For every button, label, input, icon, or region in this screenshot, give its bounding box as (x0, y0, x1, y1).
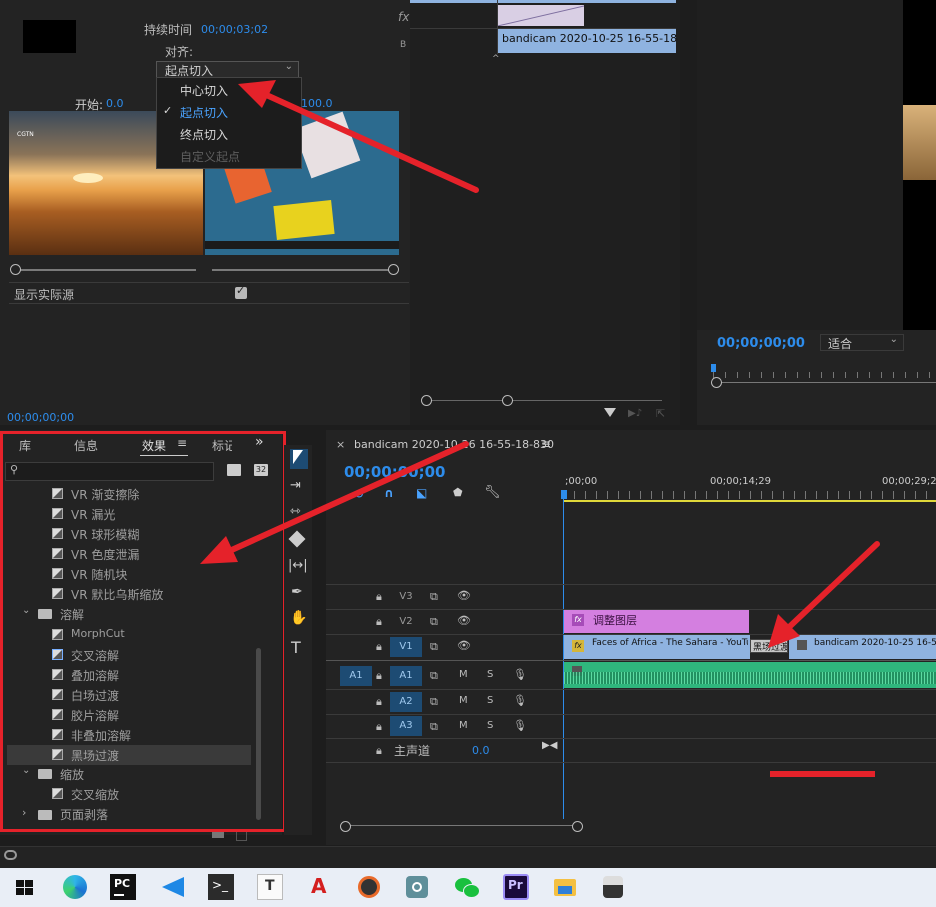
file-explorer-icon[interactable] (552, 874, 578, 900)
vscode-icon[interactable] (160, 874, 186, 900)
typora-icon[interactable]: T (257, 874, 283, 900)
arrow-to-align-menu (238, 80, 479, 193)
acrobat-icon[interactable]: A (306, 874, 332, 900)
wechat-icon[interactable] (454, 874, 480, 900)
premiere-pro-icon[interactable]: Pr (503, 874, 529, 900)
user-avatar-icon[interactable] (600, 874, 626, 900)
edge-browser-icon[interactable] (62, 874, 88, 900)
annotation-arrows (200, 80, 880, 648)
pycharm-icon[interactable]: PC (110, 874, 136, 900)
windows-start-icon[interactable] (12, 874, 38, 900)
arrow-to-transition (768, 541, 880, 648)
terminal-icon[interactable]: >_ (208, 874, 234, 900)
settings-app-icon[interactable] (404, 874, 430, 900)
media-player-icon[interactable] (356, 874, 382, 900)
arrow-to-effects-list (200, 441, 469, 564)
